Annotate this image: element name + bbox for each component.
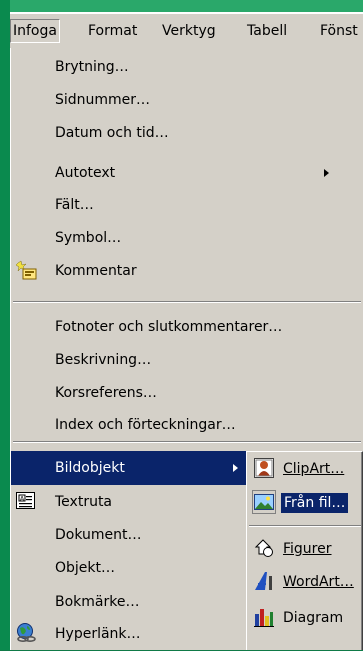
menubar-fonster[interactable]: Fönst xyxy=(318,20,360,42)
submenu-item-clipart[interactable]: ClipArt… xyxy=(247,452,363,486)
menu-item-label: Sidnummer… xyxy=(55,92,151,108)
submenu-item-diagram[interactable]: Diagram xyxy=(247,601,363,635)
menu-separator xyxy=(13,301,361,303)
menu-item-beskrivning[interactable]: Beskrivning… xyxy=(11,343,363,377)
menu-item-sidnummer[interactable]: Sidnummer… xyxy=(11,83,363,117)
menubar-tabell[interactable]: Tabell xyxy=(245,20,289,42)
menu-item-index[interactable]: Index och förteckningar… xyxy=(11,408,363,442)
submenu-item-figurer[interactable]: Figurer xyxy=(247,532,363,566)
submenu-item-label: ClipArt… xyxy=(283,461,345,477)
menu-item-brytning[interactable]: Brytning… xyxy=(11,50,363,84)
bildobjekt-submenu: ClipArt… Från fil… Figurer WordArt… Diag… xyxy=(246,451,363,650)
menubar-format[interactable]: Format xyxy=(86,20,139,42)
menu-item-symbol[interactable]: Symbol… xyxy=(11,221,363,255)
menu-item-datum-och-tid[interactable]: Datum och tid… xyxy=(11,116,363,150)
menu-item-label: Beskrivning… xyxy=(55,352,152,368)
menu-item-fotnoter[interactable]: Fotnoter och slutkommentarer… xyxy=(11,310,363,344)
submenu-separator xyxy=(249,525,361,527)
menu-item-label: Autotext xyxy=(55,165,116,181)
menu-item-autotext[interactable]: Autotext xyxy=(11,156,363,190)
background-top xyxy=(0,0,363,12)
submenu-arrow-icon xyxy=(324,169,329,177)
text-box-icon: A xyxy=(15,490,37,512)
menubar-infoga[interactable]: Infoga xyxy=(10,19,60,43)
autoshapes-icon xyxy=(253,537,275,559)
submenu-arrow-icon xyxy=(233,464,238,472)
chart-icon xyxy=(253,606,275,628)
menu-item-label: Korsreferens… xyxy=(55,385,157,401)
background-left xyxy=(0,0,10,650)
clipart-icon xyxy=(253,457,275,479)
menu-item-label: Brytning… xyxy=(55,59,129,75)
picture-from-file-icon xyxy=(252,490,276,514)
menu-item-label: Fotnoter och slutkommentarer… xyxy=(55,319,283,335)
menu-item-label: Index och förteckningar… xyxy=(55,417,236,433)
submenu-item-label: Diagram xyxy=(283,610,344,626)
submenu-item-label: Från fil… xyxy=(281,493,349,513)
menu-item-label: Hyperlänk… xyxy=(55,626,141,642)
submenu-item-wordart[interactable]: WordArt… xyxy=(247,565,363,599)
menubar-verktyg[interactable]: Verktyg xyxy=(160,20,218,42)
menu-item-falt[interactable]: Fält… xyxy=(11,188,363,222)
menu-item-kommentar[interactable]: Kommentar xyxy=(11,254,363,288)
menu-item-label: Bokmärke… xyxy=(55,594,140,610)
menu-item-label: Textruta xyxy=(55,494,113,510)
menu-bar: Infoga Format Verktyg Tabell Fönst xyxy=(10,12,363,48)
menu-item-label: Dokument… xyxy=(55,527,142,543)
menu-item-korsreferens[interactable]: Korsreferens… xyxy=(11,376,363,410)
wordart-icon xyxy=(253,570,275,592)
menu-separator xyxy=(13,441,361,443)
menu-item-label: Kommentar xyxy=(55,263,137,279)
menu-item-label: Bildobjekt xyxy=(55,460,125,476)
comment-icon xyxy=(15,259,37,281)
menu-item-label: Objekt… xyxy=(55,560,116,576)
menu-item-label: Fält… xyxy=(55,197,94,213)
submenu-item-fran-fil[interactable]: Från fil… xyxy=(247,486,363,520)
submenu-item-label: Figurer xyxy=(283,541,332,557)
hyperlink-globe-icon xyxy=(15,622,37,644)
menu-item-label: Datum och tid… xyxy=(55,125,169,141)
menu-item-label: Symbol… xyxy=(55,230,122,246)
submenu-item-label: WordArt… xyxy=(283,574,354,590)
